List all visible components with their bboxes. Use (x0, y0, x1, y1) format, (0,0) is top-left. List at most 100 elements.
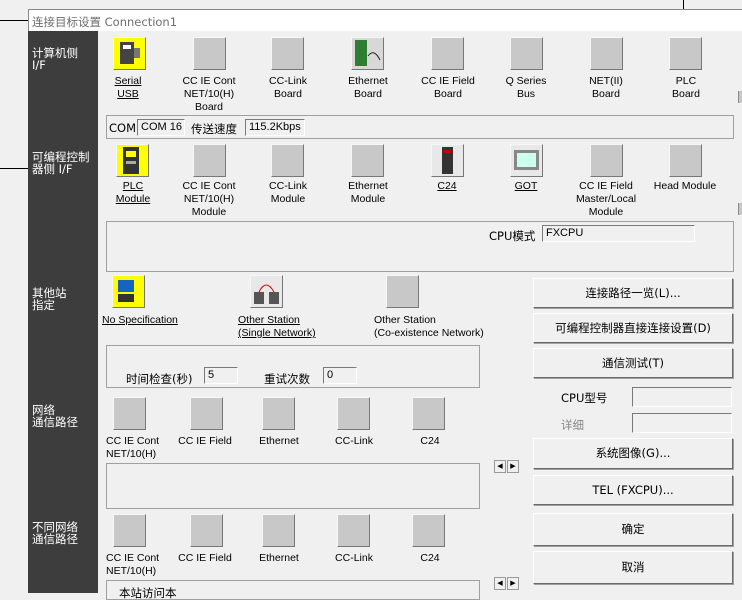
speed-field[interactable]: 115.2Kbps (245, 119, 305, 136)
speed-label: 传送速度 (191, 122, 237, 136)
module-icon (271, 144, 304, 177)
board-icon (431, 37, 464, 70)
system-image-button[interactable]: 系统图像(G)... (533, 438, 733, 469)
route-cc-link-icon (337, 397, 370, 430)
board-icon (193, 37, 226, 70)
pc-if-label-ethernet-board: Ethernet Board (348, 75, 388, 100)
sidebar-label-other-station: 其他站 指定 (32, 286, 67, 312)
pc-if-detail-panel: COM COM 16 传送速度 115.2Kbps (106, 115, 734, 139)
got-icon (510, 144, 543, 177)
pc-if-label-serial-usb: Serial USB (114, 75, 142, 100)
module-icon (193, 144, 226, 177)
connector-line-mid (0, 168, 28, 169)
timeout-label: 时间检查(秒) (126, 372, 193, 386)
coexist-route-detail-panel: 本站访问本 (106, 580, 480, 600)
plc-if-label-head-module: Head Module (653, 180, 717, 192)
ethernet-board-icon (351, 37, 384, 70)
network-route-scroll-right[interactable]: ▶ (507, 460, 519, 473)
cpu-type-field (632, 387, 732, 407)
sidebar-label-coexist-route: 不同网络 通信路径 (32, 520, 78, 546)
sidebar-label-pc-if: 计算机侧 I/F (32, 46, 78, 72)
retry-field[interactable]: 0 (323, 367, 357, 384)
other-station-label-no-spec: No Specification (102, 314, 178, 326)
pc-if-label-cc-ie-cont-board: CC IE Cont NET/10(H) Board (182, 75, 236, 113)
connector-line-right (683, 0, 684, 9)
coexist-route-label-cc-ie-field: CC IE Field (178, 552, 232, 564)
plc-if-label-ethernet-module: Ethernet Module (348, 180, 388, 205)
plc-if-label-plc-module: PLC Module (115, 180, 151, 205)
plc-if-detail-panel: CPU模式 FXCPU (106, 221, 734, 272)
network-route-label-cc-link: CC-Link (335, 435, 373, 447)
cpu-mode-label: CPU模式 (489, 229, 536, 243)
coexist-route-scroll-right[interactable]: ▶ (507, 577, 519, 590)
cpu-type-label: CPU型号 (561, 391, 608, 405)
station-icon (386, 275, 419, 308)
network-route-detail-panel (106, 463, 480, 509)
network-route-label-cc-ie-field: CC IE Field (178, 435, 232, 447)
plc-if-label-cc-ie-cont-module: CC IE Cont NET/10(H) Module (182, 180, 236, 218)
com-port-field[interactable]: COM 16 (137, 119, 185, 136)
other-station-detail-panel: 时间检查(秒) 5 重试次数 0 (106, 345, 480, 388)
serial-usb-icon (113, 37, 146, 70)
bus-icon (510, 37, 543, 70)
network-route-label-ethernet: Ethernet (259, 435, 299, 447)
pc-if-label-cc-link-board: CC-Link Board (269, 75, 307, 100)
route-cc-ie-cont-icon (113, 397, 146, 430)
coexist-route-label-ethernet: Ethernet (259, 552, 299, 564)
window-title: 连接目标设置 Connection1 (32, 15, 178, 29)
route-cc-link-icon (337, 514, 370, 547)
main-panel: Serial USB CC IE Cont NET/10(H) Board CC… (98, 31, 742, 600)
plc-if-label-c24: C24 (437, 180, 457, 192)
cancel-button[interactable]: 取消 (533, 551, 733, 584)
pc-if-label-net2-board: NET(II) Board (589, 75, 623, 100)
coexist-route-scroll-left[interactable]: ◀ (494, 577, 506, 590)
coexist-route-label-cc-ie-cont: CC IE Cont NET/10(H) (106, 552, 160, 577)
coexist-route-label-cc-link: CC-Link (335, 552, 373, 564)
comm-test-button[interactable]: 通信测试(T) (533, 348, 733, 378)
route-cc-ie-field-icon (190, 397, 223, 430)
scroll-edge-plc-if[interactable] (738, 203, 742, 215)
coexist-route-label-c24: C24 (420, 552, 440, 564)
route-list-button[interactable]: 连接路径一览(L)... (533, 278, 733, 308)
route-cc-ie-cont-icon (113, 514, 146, 547)
c24-icon (431, 144, 464, 177)
route-ethernet-icon (262, 514, 295, 547)
route-c24-icon (412, 397, 445, 430)
sidebar-label-plc-if: 可编程控制 器侧 I/F (32, 150, 90, 176)
ok-button[interactable]: 确定 (533, 513, 733, 546)
network-route-label-cc-ie-cont: CC IE Cont NET/10(H) (106, 435, 160, 460)
scroll-edge-pc-if[interactable] (738, 91, 742, 103)
other-station-label-coexist: Other Station (Co-existence Network) (374, 314, 484, 339)
route-ethernet-icon (262, 397, 295, 430)
plc-if-label-cc-link-module: CC-Link Module (269, 180, 307, 205)
tel-button[interactable]: TEL (FXCPU)... (533, 475, 733, 505)
detail-field (632, 413, 732, 433)
sidebar: 计算机侧 I/F 可编程控制 器侧 I/F 其他站 指定 网络 通信路径 不同网… (28, 31, 98, 593)
plc-if-label-cc-ie-field-module: CC IE Field Master/Local Module (575, 180, 637, 218)
connector-line-top (0, 20, 28, 21)
network-route-label-c24: C24 (420, 435, 440, 447)
direct-connect-button[interactable]: 可编程控制器直接连接设置(D) (533, 313, 733, 343)
detail-label: 详细 (561, 418, 584, 432)
sidebar-label-network-route: 网络 通信路径 (32, 403, 78, 429)
board-icon (590, 37, 623, 70)
timeout-field[interactable]: 5 (204, 367, 238, 384)
pc-if-label-q-series-bus: Q Series Bus (505, 75, 547, 100)
network-route-scroll-left[interactable]: ◀ (494, 460, 506, 473)
route-cc-ie-field-icon (190, 514, 223, 547)
module-icon (669, 144, 702, 177)
pc-if-label-plc-board: PLC Board (671, 75, 701, 100)
network-icon (250, 275, 283, 308)
pc-if-label-cc-ie-field-board: CC IE Field Board (421, 75, 475, 100)
no-spec-icon (112, 275, 145, 308)
plc-if-label-got: GOT (514, 180, 538, 192)
board-icon (669, 37, 702, 70)
window-titlebar: 连接目标设置 Connection1 (28, 9, 742, 31)
cpu-mode-field[interactable]: FXCPU (542, 225, 695, 242)
other-station-label-single-network: Other Station (Single Network) (238, 314, 316, 339)
module-icon (351, 144, 384, 177)
module-icon (590, 144, 623, 177)
retry-label: 重试次数 (264, 372, 310, 386)
board-icon (271, 37, 304, 70)
plc-module-icon (116, 144, 149, 177)
